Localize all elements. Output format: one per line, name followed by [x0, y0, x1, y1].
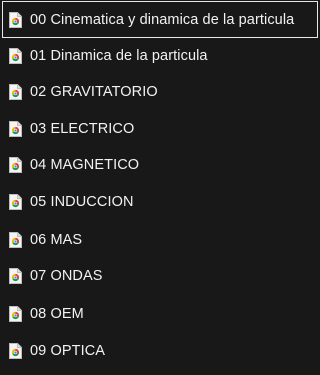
chrome-document-icon — [9, 11, 22, 28]
file-item[interactable]: 08 OEM — [0, 295, 320, 332]
file-name: 06 MAS — [30, 231, 83, 248]
chrome-document-icon — [9, 267, 22, 284]
chrome-document-icon — [9, 156, 22, 173]
file-name: 07 ONDAS — [30, 267, 103, 284]
file-name: 09 OPTICA — [30, 342, 106, 359]
file-item[interactable]: 05 INDUCCION — [0, 183, 320, 220]
file-item[interactable]: 07 ONDAS — [0, 257, 320, 294]
file-item[interactable]: 01 Dinamica de la particula — [0, 37, 320, 74]
file-item[interactable]: 02 GRAVITATORIO — [0, 73, 320, 110]
chrome-document-icon — [9, 305, 22, 322]
file-list: 00 Cinematica y dinamica de la particula… — [0, 0, 320, 375]
file-item[interactable]: 03 ELECTRICO — [0, 110, 320, 147]
file-name: 01 Dinamica de la particula — [30, 47, 208, 64]
chrome-document-icon — [9, 120, 22, 137]
file-item[interactable]: 06 MAS — [0, 221, 320, 258]
chrome-document-icon — [9, 193, 22, 210]
chrome-document-icon — [9, 83, 22, 100]
file-name: 04 MAGNETICO — [30, 156, 140, 173]
file-item[interactable]: 04 MAGNETICO — [0, 146, 320, 183]
file-item[interactable]: 00 Cinematica y dinamica de la particula — [2, 1, 318, 38]
file-name: 08 OEM — [30, 305, 84, 322]
file-name: 03 ELECTRICO — [30, 120, 135, 137]
file-name: 02 GRAVITATORIO — [30, 83, 158, 100]
chrome-document-icon — [9, 342, 22, 359]
file-name: 05 INDUCCION — [30, 193, 134, 210]
file-name: 00 Cinematica y dinamica de la particula — [30, 11, 295, 28]
file-item[interactable]: 09 OPTICA — [0, 332, 320, 369]
chrome-document-icon — [9, 231, 22, 248]
chrome-document-icon — [9, 47, 22, 64]
